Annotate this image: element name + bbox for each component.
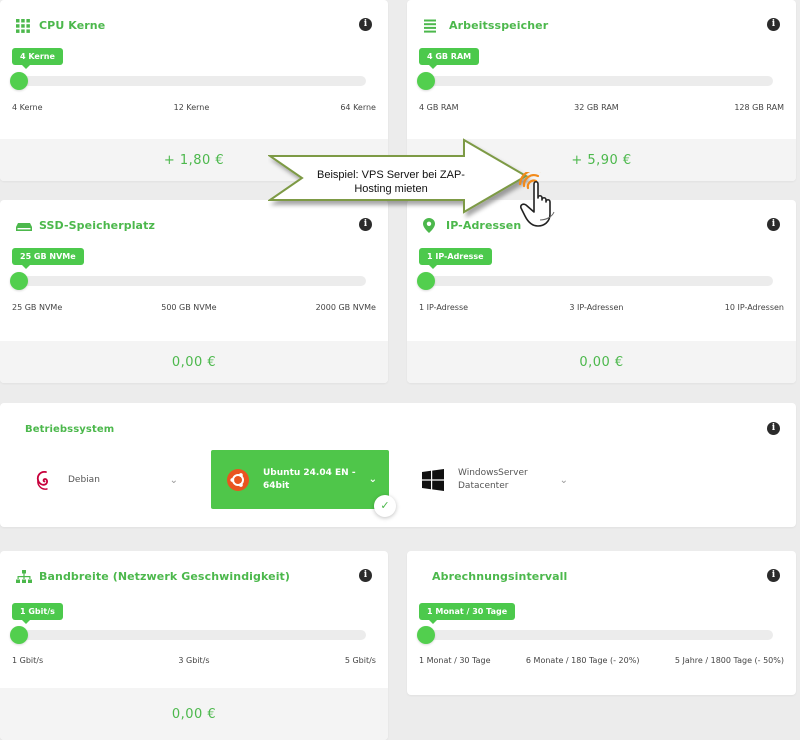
ssd-card-title: SSD-Speicherplatz (39, 218, 155, 232)
tick-label: 5 Gbit/s (344, 656, 376, 665)
ip-price: 0,00 € (579, 354, 624, 370)
os-card-title: Betriebssystem (25, 423, 115, 435)
tick-label: 1 Gbit/s (12, 656, 44, 665)
bandwidth-card: Bandbreite (Netzwerk Geschwindigkeit) i … (0, 551, 388, 740)
cpu-slider-track[interactable] (10, 72, 366, 90)
pointing-hand-icon (518, 172, 555, 227)
tick-label: 1 IP-Adresse (419, 303, 469, 312)
tick-label: 10 IP-Adressen (724, 303, 784, 312)
chevron-down-icon[interactable]: ⌄ (560, 475, 568, 486)
drive-icon (16, 218, 32, 232)
billing-card-title: Abrechnungsintervall (432, 569, 568, 583)
memory-icon (423, 18, 437, 33)
info-icon[interactable]: i (767, 218, 780, 231)
cpu-card-title: CPU Kerne (39, 18, 106, 32)
ip-slider-handle[interactable] (417, 272, 435, 290)
billing-slider-ticks: 1 Monat / 30 Tage 6 Monate / 180 Tage (-… (419, 656, 784, 665)
billing-value-badge: 1 Monat / 30 Tage (419, 603, 516, 624)
ssd-slider-track[interactable] (10, 272, 366, 290)
os-option-label: Ubuntu 24.04 EN - 64bit (263, 467, 356, 491)
bandwidth-card-title: Bandbreite (Netzwerk Geschwindigkeit) (39, 569, 291, 583)
ip-value-badge: 1 IP-Adresse (419, 248, 492, 269)
os-option-debian[interactable]: Debian ⌄ (22, 450, 190, 510)
cpu-price: + 1,80 € (163, 152, 225, 168)
ssd-price-bar: 0,00 € (0, 341, 388, 383)
grid-icon (16, 18, 30, 33)
chevron-down-icon[interactable]: ⌄ (170, 475, 178, 486)
billing-slider-track[interactable] (417, 626, 773, 644)
bandwidth-slider-ticks: 1 Gbit/s 3 Gbit/s 5 Gbit/s (12, 656, 376, 665)
ram-value-badge: 4 GB RAM (419, 48, 480, 69)
billing-card-header: Abrechnungsintervall i (432, 566, 780, 586)
ram-slider-ticks: 4 GB RAM 32 GB RAM 128 GB RAM (419, 103, 784, 112)
tick-label: 64 Kerne (340, 103, 376, 112)
chevron-down-icon[interactable]: ⌄ (369, 474, 377, 485)
ram-slider-track[interactable] (417, 72, 773, 90)
billing-card: Abrechnungsintervall i 1 Monat / 30 Tage… (407, 551, 796, 695)
bandwidth-price-bar: 0,00 € (0, 688, 388, 740)
os-card-header: Betriebssystem i (25, 419, 780, 439)
ip-price-bar: 0,00 € (407, 341, 796, 383)
info-icon[interactable]: i (359, 18, 372, 31)
cpu-value-badge: 4 Kerne (12, 48, 63, 69)
ram-card-title: Arbeitsspeicher (449, 18, 549, 32)
os-option-windows[interactable]: WindowsServer Datacenter ⌄ (410, 450, 580, 510)
cpu-card-header: CPU Kerne i (16, 15, 372, 35)
info-icon[interactable]: i (767, 569, 780, 582)
tick-label: 6 Monate / 180 Tage (- 20%) (525, 656, 640, 665)
info-icon[interactable]: i (767, 422, 780, 435)
tick-label: 128 GB RAM (734, 103, 784, 112)
bandwidth-card-header: Bandbreite (Netzwerk Geschwindigkeit) i (16, 566, 372, 586)
tick-label: 12 Kerne (173, 103, 210, 112)
cpu-slider-ticks: 4 Kerne 12 Kerne 64 Kerne (12, 103, 376, 112)
debian-icon (34, 469, 54, 491)
info-icon[interactable]: i (767, 18, 780, 31)
ip-slider-ticks: 1 IP-Adresse 3 IP-Adressen 10 IP-Adresse… (419, 303, 784, 312)
tick-label: 3 IP-Adressen (569, 303, 624, 312)
os-option-label: WindowsServer Datacenter (458, 468, 528, 491)
bandwidth-value-badge: 1 Gbit/s (12, 603, 63, 624)
ssd-slider-handle[interactable] (10, 272, 28, 290)
network-icon (16, 569, 32, 583)
tick-label: 2000 GB NVMe (315, 303, 376, 312)
tick-label: 3 Gbit/s (178, 656, 210, 665)
ssd-slider-ticks: 25 GB NVMe 500 GB NVMe 2000 GB NVMe (12, 303, 376, 312)
bandwidth-price: 0,00 € (171, 706, 217, 722)
tick-label: 32 GB RAM (574, 103, 619, 112)
selected-check-icon: ✓ (374, 495, 396, 517)
tick-label: 500 GB NVMe (161, 303, 217, 312)
ssd-value-badge: 25 GB NVMe (12, 248, 84, 269)
bandwidth-slider-handle[interactable] (10, 626, 28, 644)
bandwidth-slider-track[interactable] (10, 626, 366, 644)
ram-card-header: Arbeitsspeicher i (423, 15, 780, 35)
tick-label: 4 GB RAM (419, 103, 459, 112)
tick-label: 25 GB NVMe (12, 303, 63, 312)
callout-text: Beispiel: VPS Server bei ZAP-Hosting mie… (317, 169, 465, 195)
ubuntu-icon (227, 468, 249, 491)
billing-slider-handle[interactable] (417, 626, 435, 644)
ip-slider-track[interactable] (417, 272, 773, 290)
tick-label: 5 Jahre / 1800 Tage (- 50%) (674, 656, 784, 665)
cpu-slider-handle[interactable] (10, 72, 28, 90)
info-icon[interactable]: i (359, 569, 372, 582)
ram-slider-handle[interactable] (417, 72, 435, 90)
windows-icon (422, 469, 444, 491)
tick-label: 4 Kerne (12, 103, 43, 112)
tick-label: 1 Monat / 30 Tage (419, 656, 491, 665)
os-option-label: Debian (68, 475, 100, 485)
os-option-ubuntu[interactable]: Ubuntu 24.04 EN - 64bit ⌄ (211, 450, 389, 509)
ssd-price: 0,00 € (171, 354, 217, 370)
